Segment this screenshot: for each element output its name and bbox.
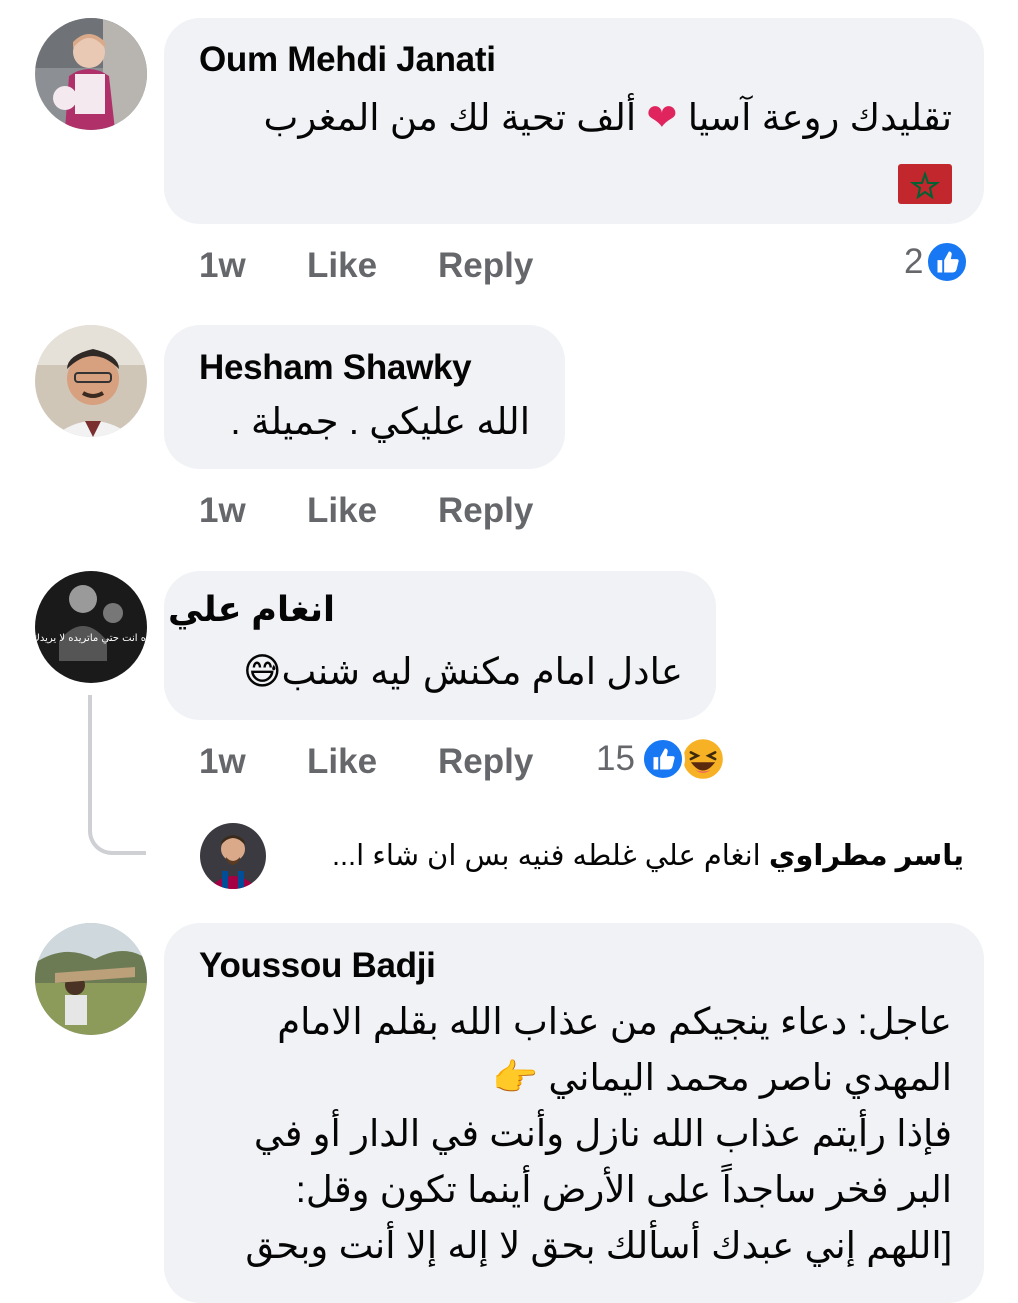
comment-author-1[interactable]: Oum Mehdi Janati bbox=[199, 40, 496, 80]
comment-author-2[interactable]: Hesham Shawky bbox=[199, 348, 472, 388]
reaction-summary-3[interactable]: 15 bbox=[596, 737, 725, 781]
comment-time-1[interactable]: 1w bbox=[199, 246, 307, 286]
like-reaction-icon bbox=[640, 737, 685, 781]
comment-author-4[interactable]: Youssou Badji bbox=[199, 946, 436, 986]
reply-preview-snippet: انغام علي غلطه فنيه بس ان شاء ا... bbox=[331, 840, 761, 872]
comment-text-4-line2: المهدي ناصر محمد اليماني 👉 bbox=[491, 1057, 952, 1098]
reply-button-1[interactable]: Reply bbox=[438, 246, 533, 286]
comment-text-4: عاجل: دعاء ينجيكم من عذاب الله بقلم الام… bbox=[192, 994, 952, 1274]
comment-text-4-line3: فإذا رأيتم عذاب الله نازل وأنت في الدار … bbox=[253, 1113, 952, 1154]
comment-text-1-line1: تقليدك روعة آسيا ❤ ألف تحية لك من المغرب bbox=[263, 97, 953, 138]
comment-actions-2: 1w Like Reply bbox=[199, 491, 533, 531]
like-button-1[interactable]: Like bbox=[307, 246, 438, 286]
comment-time-2[interactable]: 1w bbox=[199, 491, 307, 531]
reply-preview[interactable]: ياسر مطراوي انغام علي غلطه فنيه بس ان شا… bbox=[332, 838, 964, 873]
avatar-angham[interactable]: ده انت حتي ماتريده لا يريدك bbox=[35, 571, 147, 683]
reply-preview-author[interactable]: ياسر مطراوي bbox=[769, 840, 964, 872]
reaction-count-3: 15 bbox=[596, 739, 635, 778]
haha-reaction-icon bbox=[680, 737, 725, 781]
comment-text-4-line1: عاجل: دعاء ينجيكم من عذاب الله بقلم الام… bbox=[277, 1001, 952, 1042]
comment-text-2: الله عليكي . جميلة . bbox=[230, 401, 530, 442]
like-button-2[interactable]: Like bbox=[307, 491, 438, 531]
reply-button-3[interactable]: Reply bbox=[438, 742, 533, 782]
avatar-oum-mehdi[interactable] bbox=[35, 18, 147, 130]
avatar-caption: ده انت حتي ماتريده لا يريدك bbox=[35, 633, 147, 644]
reply-button-2[interactable]: Reply bbox=[438, 491, 533, 531]
heart-emoji: ❤ bbox=[646, 97, 678, 138]
comment-text-4-line4: البر فخر ساجداً على الأرض أينما تكون وقل… bbox=[295, 1169, 952, 1210]
comment-text-3: عادل امام مكنش ليه شنب😅 bbox=[242, 651, 683, 692]
comment-actions-3: 1w Like Reply bbox=[199, 742, 533, 782]
like-reaction-icon bbox=[925, 240, 970, 284]
comment-time-3[interactable]: 1w bbox=[199, 742, 307, 782]
comment-text-1: تقليدك روعة آسيا ❤ ألف تحية لك من المغرب bbox=[192, 90, 952, 210]
avatar-yasser[interactable] bbox=[200, 823, 266, 889]
reply-thread-connector bbox=[88, 695, 146, 855]
avatar-hesham[interactable] bbox=[35, 325, 147, 437]
reaction-summary-1[interactable]: 2 bbox=[904, 240, 970, 284]
comment-text-4-line5: [اللهم إني عبدك أسألك بحق لا إله إلا أنت… bbox=[245, 1225, 952, 1266]
reaction-count-1: 2 bbox=[904, 242, 924, 281]
avatar-youssou[interactable] bbox=[35, 923, 147, 1035]
comment-author-3[interactable]: انغام علي bbox=[168, 590, 335, 630]
like-button-3[interactable]: Like bbox=[307, 742, 438, 782]
morocco-flag bbox=[898, 164, 952, 205]
comment-actions-1: 1w Like Reply bbox=[199, 246, 533, 286]
